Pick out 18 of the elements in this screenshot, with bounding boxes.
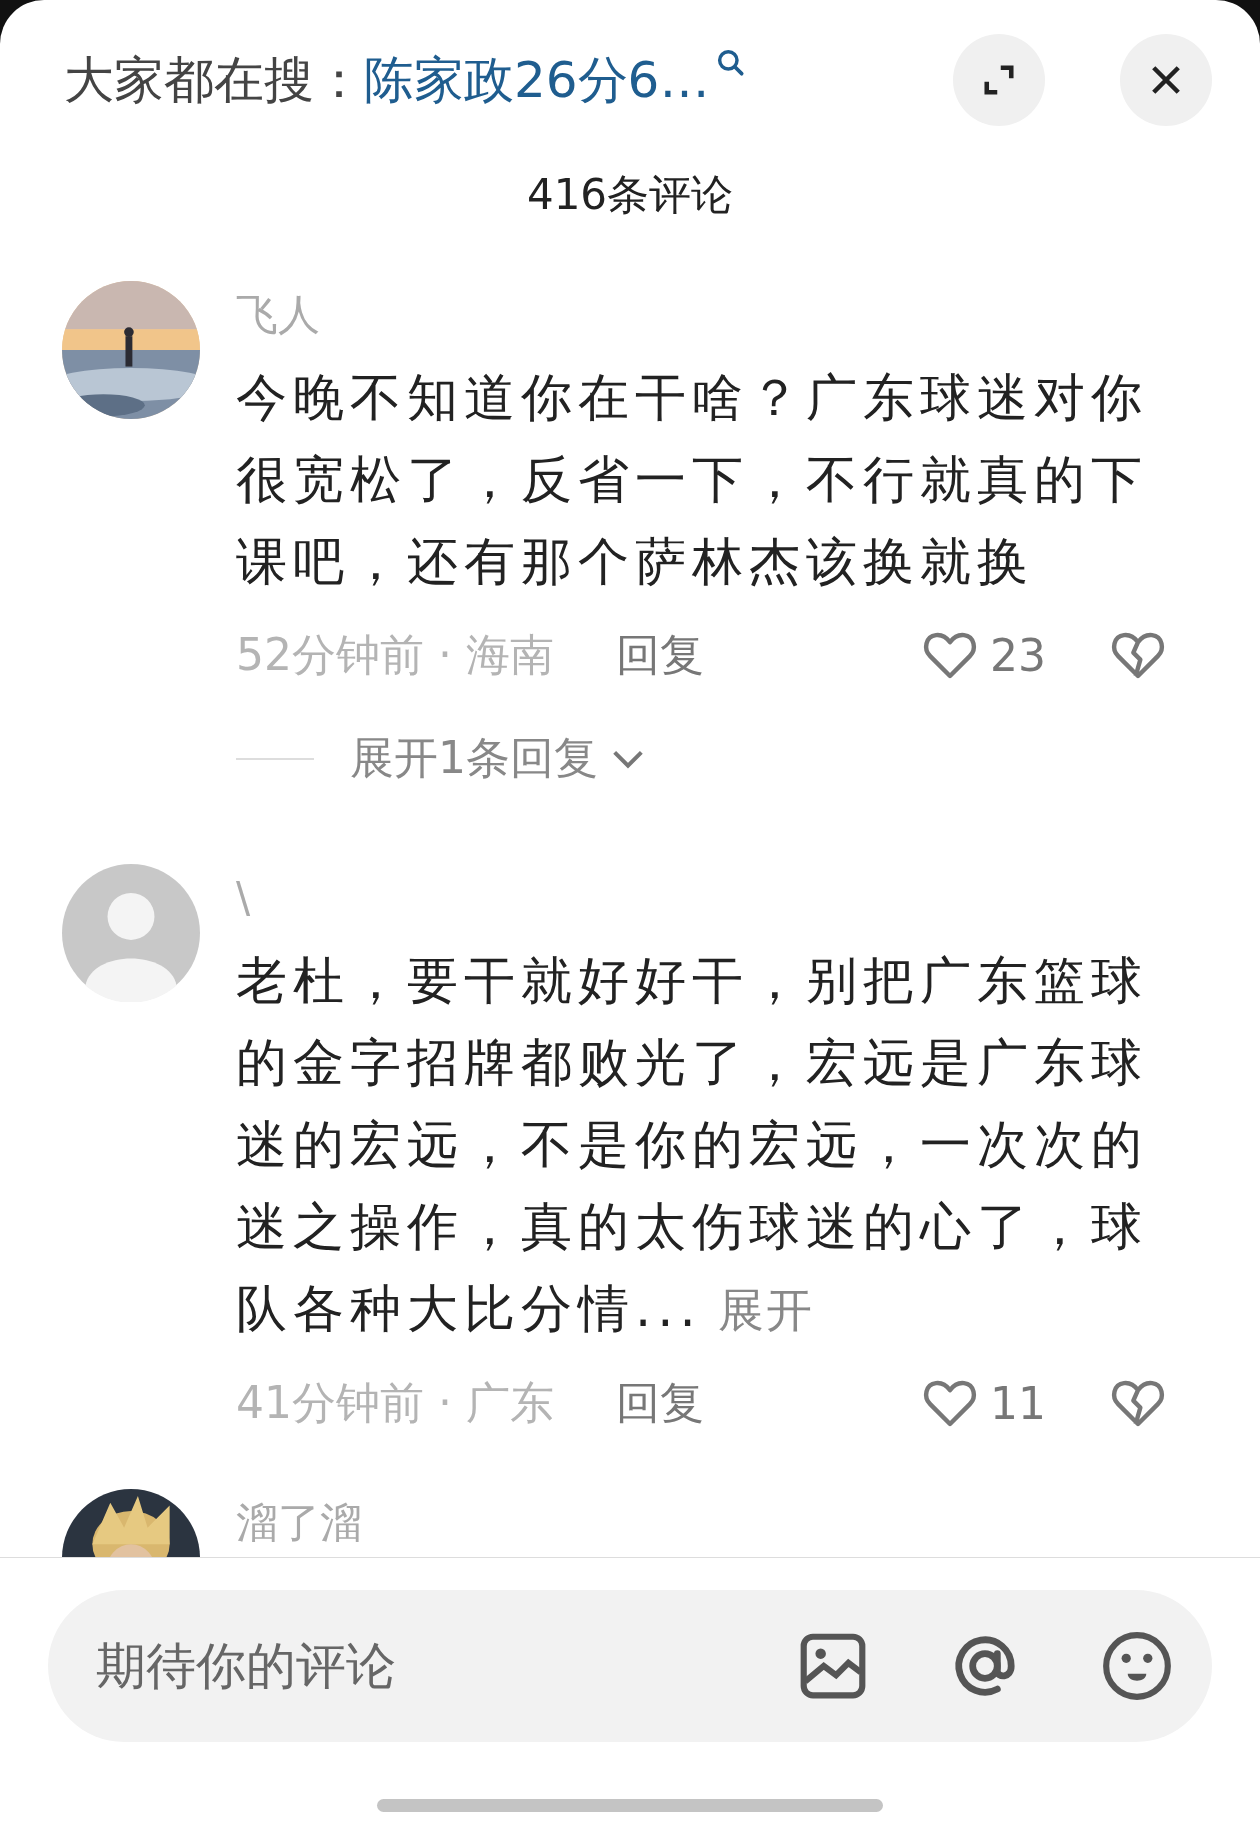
like-count: 23 xyxy=(990,629,1047,681)
comment-text: 老杜，要干就好好干，别把广东篮球的金字招牌都败光了，宏远是广东球迷的宏远，不是你的宏远，一次次的迷之操作，真的太伤球迷的心了，球队各种大比分情... 展开 xyxy=(236,950,1149,1340)
expand-link[interactable]: 展开 xyxy=(701,1283,815,1337)
reply-link[interactable]: 回复 xyxy=(615,625,704,685)
username[interactable]: 飞人 xyxy=(236,283,1176,347)
username[interactable]: \ xyxy=(236,866,1176,930)
username[interactable]: 溜了溜 xyxy=(236,1491,1176,1555)
comment-input-field[interactable]: 期待你的评论 xyxy=(48,1590,1212,1742)
expand-replies-link[interactable]: 展开1条回复 xyxy=(350,729,598,788)
emoji-icon[interactable] xyxy=(1100,1629,1174,1703)
comment-count-title: 416条评论 xyxy=(526,169,734,221)
reply-link[interactable]: 回复 xyxy=(615,1373,704,1433)
search-label: 大家都在搜： xyxy=(64,49,364,111)
time-location: 52分钟前 · 海南 xyxy=(236,627,554,682)
time-location: 41分钟前 · 广东 xyxy=(236,1375,554,1430)
comment-text: 今晚不知道你在干啥？广东球迷对你很宽松了，反省一下，不行就真的下课吧，还有那个萨林杰该换就换 xyxy=(236,367,1149,593)
search-query-link[interactable]: 陈家政26分6… xyxy=(364,46,710,114)
like-count: 11 xyxy=(990,1377,1047,1429)
